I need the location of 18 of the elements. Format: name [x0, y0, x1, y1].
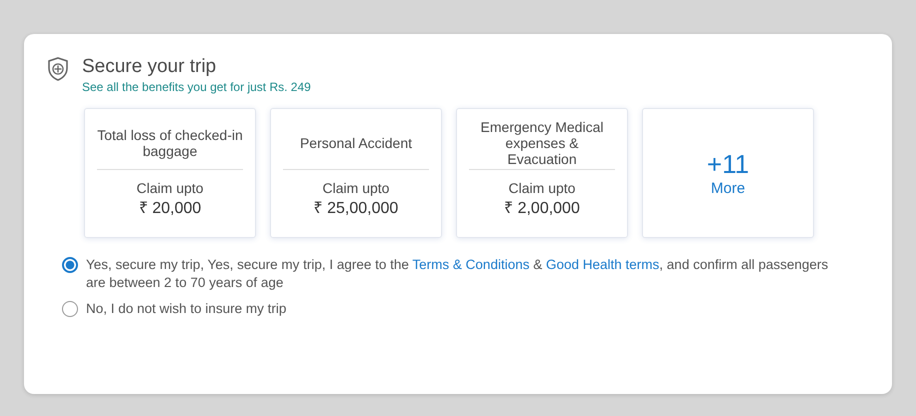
claim-label: Claim upto	[322, 180, 390, 196]
claim-amount: ₹ 25,00,000	[314, 199, 398, 218]
benefit-name: Total loss of checked-in baggage	[97, 126, 243, 161]
claim-label: Claim upto	[508, 180, 576, 196]
terms-link[interactable]: Good Health terms	[546, 257, 660, 272]
section-title: Secure your trip	[82, 56, 218, 78]
radio-button[interactable]	[62, 301, 78, 317]
terms-link[interactable]: Terms & Conditions	[412, 257, 530, 272]
claim-amount: ₹ 20,000	[138, 199, 202, 218]
claim-amount: ₹ 2,00,000	[504, 199, 580, 218]
option-label: No, I do not wish to insure my trip	[86, 300, 286, 318]
benefits-link[interactable]: See all the benefits you get for just Rs. 249	[82, 80, 311, 94]
benefit-name: Personal Accident	[300, 134, 412, 153]
benefit-name: Emergency Medical expenses & Evacuation	[480, 123, 604, 163]
claim-label: Claim upto	[136, 180, 204, 196]
radio-button[interactable]	[62, 257, 78, 273]
more-benefits-button[interactable]: +11 More	[642, 108, 814, 238]
option-label: Yes, secure my trip, Yes, secure my trip, I agree to the Terms & Conditions & Good Health terms, and confirm all passengers are between 2 to 70 years of age	[86, 256, 830, 292]
